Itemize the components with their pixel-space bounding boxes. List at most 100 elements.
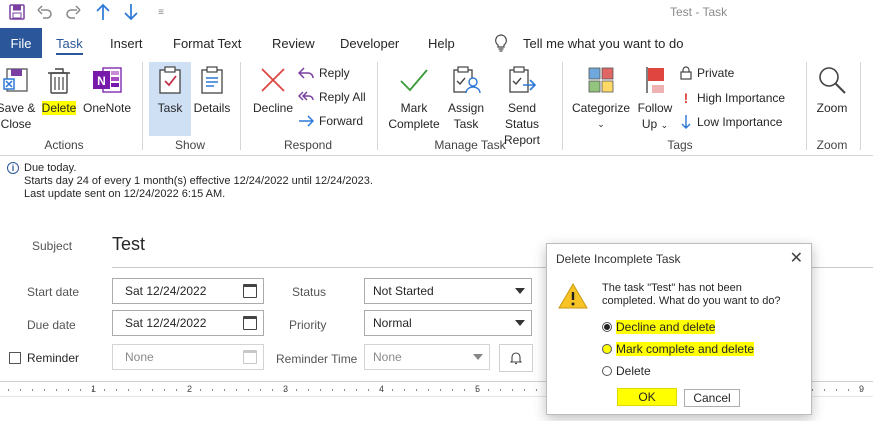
reminder-time-label: Reminder Time [276,352,358,366]
calendar-icon[interactable] [243,350,257,364]
save-close-icon [0,64,32,96]
ribbon-tabs: File Task Insert Format Text Review Deve… [0,28,873,58]
delete-button[interactable]: Delete [40,64,78,116]
due-date-field[interactable]: Sat 12/24/2022 [112,310,264,336]
down-arrow-icon[interactable] [122,3,140,21]
reminder-date-field[interactable]: None [112,344,264,370]
ruler-tick [248,389,249,391]
reminder-time-select[interactable]: None [364,344,490,370]
option-decline-and-delete[interactable]: Decline and delete [602,320,716,334]
show-task-button[interactable]: Task [149,62,191,136]
reply-all-icon [298,91,314,101]
chevron-down-icon [473,354,483,360]
categorize-button[interactable]: Categorize ⌄ [570,64,632,132]
close-icon[interactable]: ✕ [790,248,803,268]
customize-qat-icon[interactable]: ≡ [152,3,170,21]
tab-format-text[interactable]: Format Text [173,28,241,58]
zoom-button[interactable]: Zoom [812,64,852,116]
calendar-icon[interactable] [243,316,257,330]
tab-task[interactable]: Task [56,28,83,58]
ruler-tick [428,389,429,391]
dialog-title: Delete Incomplete Task [556,252,681,266]
reminder-sound-button[interactable] [499,344,533,372]
ruler-tick [188,389,189,391]
reminder-checkbox[interactable] [9,352,21,364]
decline-x-icon [257,64,289,96]
group-label-show: Show [174,138,206,152]
ruler-tick [44,389,45,391]
info-line-recurrence: Starts day 24 of every 1 month(s) effect… [24,175,373,187]
decline-button[interactable]: Decline [250,64,296,116]
send-status-icon [506,64,538,96]
start-date-label: Start date [27,285,80,299]
tab-help[interactable]: Help [428,28,455,58]
lock-icon [680,66,692,80]
option-delete[interactable]: Delete [602,364,651,378]
ruler-tick [812,389,813,391]
status-label: Status [292,285,327,299]
group-label-tags: Tags [667,138,693,152]
due-date-label: Due date [27,318,76,332]
tab-insert[interactable]: Insert [110,28,143,58]
start-date-field[interactable]: Sat 12/24/2022 [112,278,264,304]
assign-task-button[interactable]: Assign Task [443,64,489,132]
chevron-down-icon [515,288,525,294]
reply-all-button[interactable]: Reply All [298,90,366,104]
option-mark-complete-and-delete[interactable]: Mark complete and delete [602,342,755,356]
radio-button[interactable] [602,344,612,354]
ruler-tick [848,389,849,391]
ruler-tick [212,389,213,391]
ruler-tick [104,389,105,391]
ruler-tick [512,389,513,391]
send-status-report-button[interactable]: Send Status Report [490,64,554,148]
ruler-tick [500,389,501,391]
calendar-icon[interactable] [243,284,257,298]
undo-icon[interactable] [36,3,54,21]
save-icon[interactable] [8,3,26,21]
flag-icon [639,64,671,96]
warning-icon [558,282,588,313]
priority-select[interactable]: Normal [364,310,532,336]
ruler-tick [476,389,477,391]
details-button[interactable]: Details [192,64,232,116]
reply-button[interactable]: Reply [298,66,350,80]
ruler-tick [836,389,837,391]
info-line-due: Due today. [24,162,77,174]
up-arrow-icon[interactable] [94,3,112,21]
tab-file[interactable]: File [0,28,42,58]
tab-review[interactable]: Review [272,28,315,58]
tell-me-search[interactable]: Tell me what you want to do [523,28,683,58]
radio-button[interactable] [602,322,612,332]
low-importance-button[interactable]: Low Importance [680,114,782,130]
redo-icon[interactable] [64,3,82,21]
ribbon: Save & Close Delete N OneNote Actions Ta… [0,58,873,156]
chevron-down-icon: ⌄ [597,119,605,129]
lightbulb-icon [494,28,508,58]
ruler-tick [320,389,321,391]
info-line-update: Last update sent on 12/24/2022 6:15 AM. [24,188,226,200]
radio-button[interactable] [602,366,612,376]
tab-developer[interactable]: Developer [340,28,399,58]
status-select[interactable]: Not Started [364,278,532,304]
ruler-tick [380,389,381,391]
follow-up-button[interactable]: Follow Up ⌄ [634,64,676,133]
exclamation-icon: ! [683,90,689,106]
forward-button[interactable]: Forward [298,114,363,128]
private-button[interactable]: Private [680,66,734,80]
ruler-tick [824,389,825,391]
ruler-tick [284,389,285,391]
ruler-tick [260,389,261,391]
ruler-tick [416,389,417,391]
onenote-button[interactable]: N OneNote [82,64,132,116]
subject-field[interactable]: Test [112,234,145,255]
ruler-tick [8,389,9,391]
cancel-button[interactable]: Cancel [684,389,740,407]
bell-icon [510,352,522,365]
ruler-tick [440,389,441,391]
high-importance-button[interactable]: ! High Importance [680,90,785,106]
ok-button[interactable]: OK [617,388,677,406]
save-close-button[interactable]: Save & Close [0,64,36,132]
mark-complete-button[interactable]: Mark Complete [386,64,442,132]
ruler-tick [116,389,117,391]
ribbon-separator [377,62,378,150]
